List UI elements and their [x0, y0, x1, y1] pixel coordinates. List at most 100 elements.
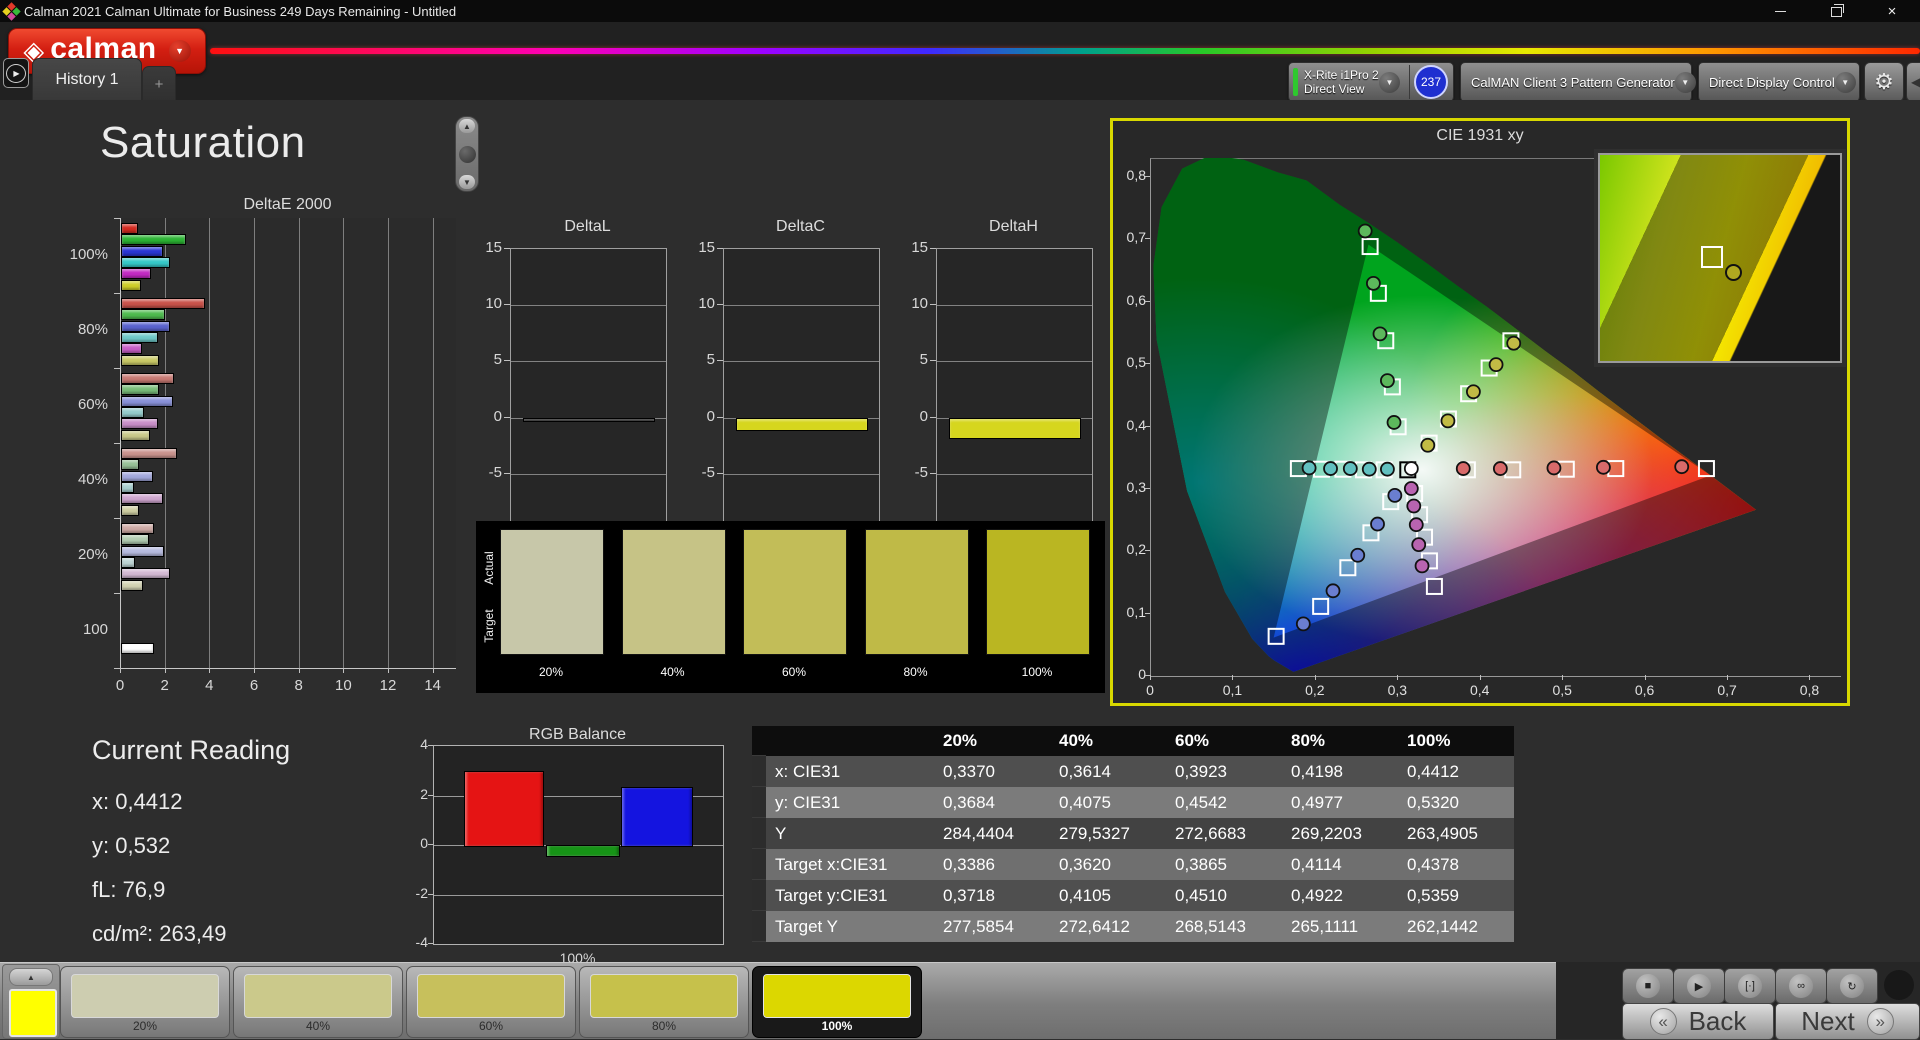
- meter-count-badge[interactable]: 237: [1414, 65, 1448, 99]
- refresh-button[interactable]: ↻: [1826, 968, 1878, 1004]
- stop-button[interactable]: ■: [1622, 968, 1674, 1004]
- pattern-button-100%[interactable]: 100%: [752, 966, 922, 1038]
- cie-x-tick: [1150, 675, 1151, 680]
- mini-y-tick-label: 5: [706, 351, 715, 369]
- scrollbar-thumb[interactable]: [458, 145, 476, 163]
- window-title: Calman 2021 Calman Ultimate for Business…: [24, 3, 457, 19]
- deltae-y-tick: [114, 593, 120, 594]
- table-header-40%: 40%: [1050, 726, 1166, 756]
- tab-add-button[interactable]: +: [142, 66, 176, 101]
- rgb-y-tick-label: 0: [420, 835, 428, 851]
- mini-y-tick-label: 10: [698, 295, 715, 313]
- cell-value: 0,4198: [1282, 756, 1398, 787]
- mini-y-tick: [930, 248, 936, 249]
- cie-x-tick-label: 0,4: [1470, 682, 1490, 698]
- pattern-generator-caret-icon[interactable]: ▼: [1674, 71, 1696, 93]
- swatch-label-80%: 80%: [903, 665, 928, 679]
- cell-value: 272,6683: [1166, 818, 1282, 849]
- deltae-bar-80%-4: [121, 343, 142, 355]
- deltae-x-tick: [120, 668, 121, 673]
- pattern-button-20%[interactable]: 20%: [60, 966, 230, 1038]
- cie-measured-yellow-3: [1488, 357, 1504, 373]
- pattern-button-label: 20%: [132, 1019, 158, 1033]
- continuous-measure-button[interactable]: ∞: [1775, 968, 1827, 1004]
- scroll-up-icon[interactable]: ▲: [459, 119, 475, 133]
- rgb-y-tick: [428, 844, 433, 845]
- cie-x-tick: [1644, 675, 1646, 680]
- cie-x-tick: [1809, 675, 1811, 680]
- tab-scroll-button[interactable]: ▶: [3, 58, 29, 88]
- stop-icon: ■: [1636, 974, 1660, 998]
- deltae-gridline: [254, 218, 255, 668]
- meter-name: X-Rite i1Pro 2: [1304, 68, 1379, 82]
- deltae-x-tick-label: 8: [294, 677, 303, 694]
- cie-y-tick-label: 0,6: [1126, 291, 1146, 308]
- back-button[interactable]: « Back: [1622, 1003, 1774, 1040]
- cell-value: 272,6412: [1050, 911, 1166, 942]
- cell-value: 0,4542: [1166, 787, 1282, 818]
- pattern-panel-expand-button[interactable]: ▲: [9, 968, 53, 986]
- cie-measured-red-0: [1455, 461, 1471, 476]
- cell-value: 0,3620: [1050, 849, 1166, 880]
- cie-measured-green-4: [1357, 223, 1373, 239]
- cell-value: 0,4378: [1398, 849, 1514, 880]
- meter-caret-icon[interactable]: ▼: [1379, 71, 1400, 93]
- rgb-gridline: [434, 894, 723, 896]
- pattern-button-60%[interactable]: 60%: [406, 966, 576, 1038]
- next-button[interactable]: Next »: [1775, 1003, 1920, 1040]
- deltae-group-label: 40%: [77, 470, 108, 488]
- row-handle: [752, 818, 766, 849]
- table-row: y: CIE31 0,3684 0,4075 0,4542 0,4977 0,5320: [752, 787, 1516, 818]
- cie-measured-blue-2: [1350, 547, 1366, 563]
- deltae-x-tick: [164, 668, 166, 673]
- toolbar-overflow-button[interactable]: ◀: [1906, 62, 1920, 102]
- row-handle: [752, 787, 766, 818]
- inactive-indicator: [1884, 970, 1914, 1000]
- deltae-chart-title: DeltaE 2000: [243, 196, 332, 213]
- meter-dropdown[interactable]: X-Rite i1Pro 2 Direct View ▼ 237: [1288, 62, 1454, 102]
- meter-mode: Direct View: [1304, 82, 1365, 96]
- table-header-20%: 20%: [934, 726, 1050, 756]
- cell-value: 268,5143: [1166, 911, 1282, 942]
- pattern-generator-dropdown[interactable]: CalMAN Client 3 Pattern Generator ▼: [1460, 62, 1696, 102]
- close-button[interactable]: ×: [1864, 0, 1920, 22]
- deltae-bar-40%-2: [121, 470, 154, 482]
- cie-measured-blue-1: [1370, 516, 1385, 532]
- deltae-bar-20%-0: [121, 523, 155, 534]
- deltae-group-label: 100: [82, 620, 108, 638]
- cell-value: 0,5320: [1398, 787, 1514, 818]
- current-pattern-swatch[interactable]: [9, 989, 57, 1037]
- minimize-button[interactable]: [1752, 0, 1808, 22]
- scroll-down-icon[interactable]: ▼: [459, 175, 475, 189]
- vertical-scrollbar[interactable]: ▲ ▼: [455, 116, 479, 192]
- tab-history-1[interactable]: History 1: [32, 58, 142, 101]
- play-button[interactable]: ▶: [1673, 968, 1725, 1004]
- measurement-table: 20% 40% 60% 80% 100% x: CIE31 0,3370 0,3614 0,39…: [752, 726, 1516, 942]
- rgb-y-tick-label: -2: [415, 884, 428, 901]
- settings-button[interactable]: ⚙: [1864, 62, 1904, 102]
- cie-y-tick-label: 0,5: [1126, 354, 1146, 371]
- deltae-x-tick-label: 14: [424, 677, 441, 694]
- pattern-button-80%[interactable]: 80%: [579, 966, 749, 1038]
- deltae-bar-80%-5: [121, 354, 159, 366]
- logo-dropdown-caret-icon[interactable]: ▼: [168, 40, 191, 62]
- mini-y-tick: [930, 416, 936, 418]
- cie-target-magenta-4: [1425, 577, 1443, 595]
- swatch-40%: [621, 529, 726, 655]
- display-control-dropdown[interactable]: Direct Display Control ▼: [1698, 62, 1860, 102]
- single-measure-button[interactable]: [·]: [1724, 968, 1776, 1004]
- back-arrow-icon: «: [1649, 1008, 1677, 1035]
- cie-measured-magenta-2: [1408, 517, 1424, 533]
- swatch-100%: [986, 529, 1090, 655]
- swatch-60%: [743, 529, 847, 655]
- cell-value: 0,3718: [934, 880, 1050, 911]
- display-control-caret-icon[interactable]: ▼: [1834, 71, 1856, 93]
- restore-button[interactable]: [1808, 0, 1864, 22]
- deltae-x-tick-label: 6: [249, 677, 259, 694]
- mini-y-tick-label: -5: [488, 463, 502, 481]
- pattern-button-40%[interactable]: 40%: [233, 966, 403, 1038]
- cell-value: 0,4114: [1282, 849, 1398, 880]
- chevron-up-icon: ▲: [27, 972, 35, 982]
- title-bar: Calman 2021 Calman Ultimate for Business…: [0, 0, 1920, 22]
- deltae-bar-100%-3: [121, 256, 170, 268]
